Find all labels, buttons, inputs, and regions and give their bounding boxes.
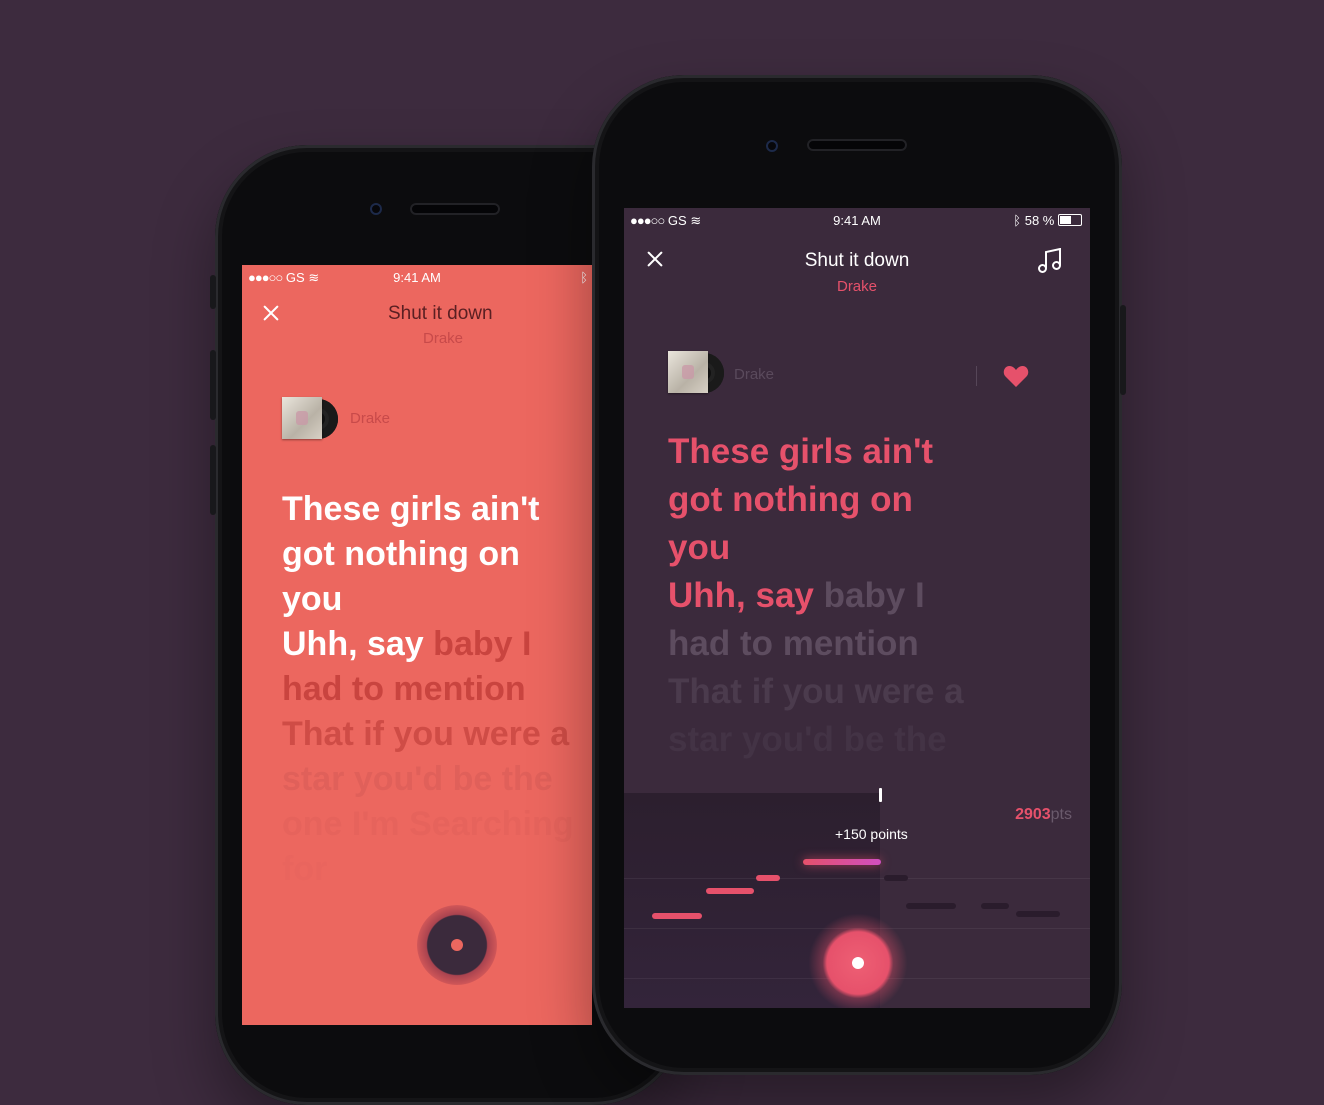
status-bar: ●●●○○ GS ≋ 9:41 AM ᛒ: [242, 265, 592, 289]
song-title: Shut it down: [804, 250, 910, 271]
volume-up-button: [210, 350, 216, 420]
status-bar: ●●●○○ GS ≋ 9:41 AM ᛒ 58 %: [624, 208, 1090, 232]
album-art[interactable]: [668, 351, 724, 395]
note-bar-sung: [706, 888, 754, 894]
front-camera: [370, 203, 382, 215]
artist-name: Drake: [350, 410, 391, 427]
lyric-line: for: [282, 850, 328, 888]
lyric-sung-part: Uhh, say: [282, 625, 424, 663]
front-camera: [766, 140, 778, 152]
note-bar-upcoming: [981, 903, 1009, 909]
volume-down-button: [210, 445, 216, 515]
lyric-line: star you'd be the: [668, 720, 947, 759]
pitch-track-panel: +150 points 2903pts: [624, 788, 1090, 1008]
record-button[interactable]: [417, 905, 497, 985]
lyric-line: got nothing on: [668, 480, 913, 519]
lyric-line: you: [668, 528, 731, 567]
heart-icon[interactable]: [1003, 364, 1029, 388]
note-bar-upcoming: [1016, 911, 1060, 917]
status-right: ᛒ 58 %: [1013, 213, 1082, 228]
lyric-line: These girls ain't: [668, 432, 934, 471]
bluetooth-icon: ᛒ: [1013, 213, 1022, 228]
lyric-line: That if you were a: [282, 715, 570, 753]
song-title: Shut it down: [388, 303, 493, 324]
bonus-points: +150 points: [835, 826, 908, 842]
lyrics-block: These girls ain't got nothing on you Uhh…: [282, 487, 574, 892]
album-cover: [668, 351, 708, 393]
lyric-line: one I'm Searching: [282, 805, 574, 843]
lyric-line-current: Uhh, say baby I: [668, 572, 964, 620]
grid-line: [624, 878, 1090, 879]
record-dot-icon: [451, 939, 463, 951]
lyric-line: had to mention: [668, 624, 919, 663]
upcoming-track-area: [880, 793, 1090, 1008]
earpiece-speaker: [410, 203, 500, 215]
battery-percent: 58 %: [1024, 213, 1055, 228]
note-bar-upcoming: [884, 875, 908, 881]
lyric-pending-part: baby I: [433, 625, 532, 663]
score-display: 2903pts: [1015, 806, 1072, 824]
score-unit: pts: [1050, 806, 1072, 823]
note-bar-active: [803, 859, 881, 865]
record-dot-icon: [852, 957, 864, 969]
record-button[interactable]: [808, 913, 908, 1008]
earpiece-speaker: [807, 139, 907, 151]
playhead-marker: [879, 788, 882, 802]
song-artist: Drake: [423, 330, 464, 347]
lyric-line: you: [282, 580, 343, 618]
artist-name: Drake: [734, 366, 775, 383]
lyric-sung-part: Uhh, say: [668, 576, 814, 615]
music-note-icon[interactable]: [1036, 248, 1064, 274]
note-bar-upcoming: [906, 903, 956, 909]
score-value: 2903: [1015, 806, 1051, 823]
mute-switch: [210, 275, 216, 309]
song-artist: Drake: [836, 278, 877, 295]
note-bar-sung: [756, 875, 780, 881]
right-screen: ●●●○○ GS ≋ 9:41 AM ᛒ 58 % Shut it down D…: [624, 208, 1090, 1008]
note-bar-sung: [652, 913, 702, 919]
lyrics-block: These girls ain't got nothing on you Uhh…: [668, 428, 964, 764]
lyric-line: got nothing on: [282, 535, 520, 573]
divider: [976, 366, 977, 386]
album-cover: [282, 397, 322, 439]
battery-icon: [1058, 214, 1082, 226]
bluetooth-icon: ᛒ: [580, 270, 588, 285]
close-icon[interactable]: [262, 304, 280, 322]
lyric-line: These girls ain't: [282, 490, 540, 528]
lyric-line: had to mention: [282, 670, 526, 708]
left-screen: ●●●○○ GS ≋ 9:41 AM ᛒ Shut it down Drake …: [242, 265, 592, 1025]
lyric-line: That if you were a: [668, 672, 964, 711]
album-art[interactable]: [282, 397, 338, 441]
lyric-line: star you'd be the: [282, 760, 553, 798]
status-time: 9:41 AM: [393, 270, 441, 285]
power-button: [1120, 305, 1126, 395]
lyric-pending-part: baby I: [823, 576, 925, 615]
lyric-line-current: Uhh, say baby I: [282, 622, 574, 667]
right-phone: ●●●○○ GS ≋ 9:41 AM ᛒ 58 % Shut it down D…: [592, 75, 1126, 1075]
